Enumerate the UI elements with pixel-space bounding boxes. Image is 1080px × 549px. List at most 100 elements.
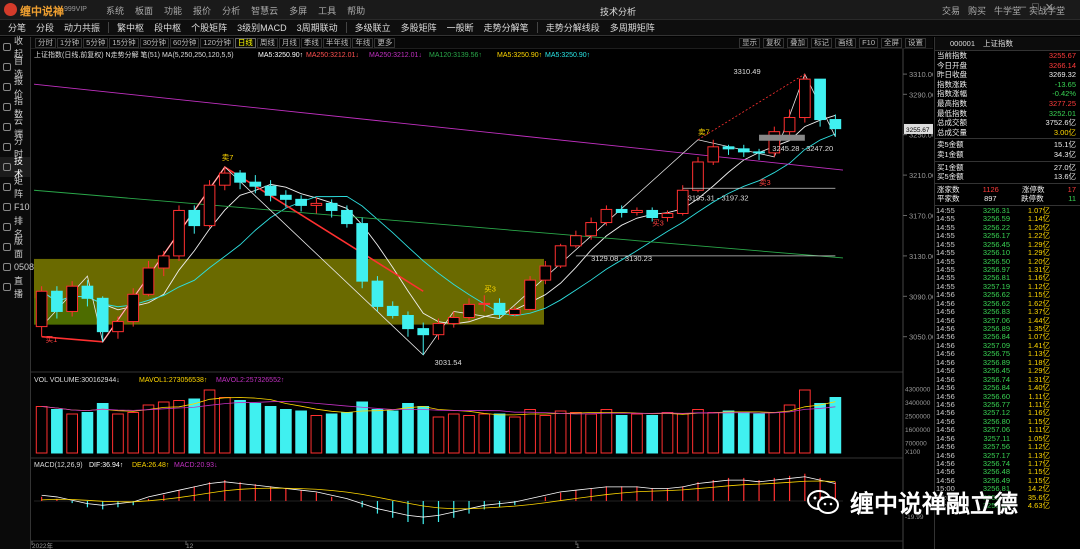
candle-body (554, 245, 567, 267)
quote-label: 指数涨跌 (937, 79, 967, 89)
volume-bar (737, 412, 750, 454)
nav-item[interactable]: 个股矩阵 (186, 20, 232, 36)
date-axis-label: 2022年 (32, 541, 53, 549)
nav-item[interactable]: 3周期联动 (292, 20, 343, 36)
chart-tool-button[interactable]: 显示 (739, 38, 761, 48)
sidebar-icon (3, 243, 11, 251)
volume-bar (142, 404, 155, 454)
watermark-text: 缠中说禅融立德 (850, 491, 1018, 518)
chart-area[interactable]: 3310.003290.003250.003210.003170.003130.… (31, 49, 933, 549)
timeframe-tab[interactable]: 15分钟 (109, 37, 139, 48)
volume-bar (722, 410, 735, 454)
main-legend-title: 上证指数(日线,前复权) N走势分解 笔(51) MA(5,250,250,12… (34, 50, 234, 59)
timeframe-tab[interactable]: 季线 (300, 37, 322, 48)
nav-item[interactable]: 走势分解笔 (479, 20, 534, 36)
nav-item[interactable]: 多周期矩阵 (605, 20, 660, 36)
range-box (759, 134, 805, 141)
price-axis-label: 3090.00 (909, 292, 933, 301)
nav-item[interactable]: 动力共振 (59, 20, 105, 36)
timeframe-tab[interactable]: 半年线 (322, 37, 352, 48)
volume-bar (35, 406, 48, 454)
chart-tool-button[interactable]: 画线 (835, 38, 857, 48)
nav-separator (108, 22, 110, 33)
candle-body (493, 302, 506, 315)
price-axis-label: 3130.00 (909, 252, 933, 261)
volume-bar (157, 401, 170, 454)
menu-item[interactable]: 报价 (193, 4, 211, 17)
timeframe-tab[interactable]: 周线 (256, 37, 278, 48)
candle-body (264, 185, 277, 196)
chart-tool-button[interactable]: 全屏 (881, 38, 902, 48)
account-link[interactable]: 牛学堂 (994, 4, 1021, 17)
candle-body (646, 209, 659, 219)
annotation-range2: 3195.31 - 3197.32 (688, 193, 749, 202)
menu-item[interactable]: 帮助 (347, 4, 365, 17)
volume-bar (508, 416, 521, 454)
timeframe-tab[interactable]: 更多 (374, 37, 396, 48)
quote-value: 27.0亿 (1053, 162, 1076, 172)
nav-item[interactable]: 一般断 (442, 20, 479, 36)
annotation-low: 3031.54 (435, 358, 462, 367)
timeframe-tab[interactable]: 120分钟 (200, 37, 234, 48)
sell-signal-label: 卖7 (222, 153, 234, 162)
menu-item[interactable]: 工具 (318, 4, 336, 17)
minimize-icon[interactable]: – (1020, 1, 1026, 14)
nav-item[interactable]: 段中枢 (149, 20, 186, 36)
menu-item[interactable]: 多屏 (289, 4, 307, 17)
timeframe-tab[interactable]: 1分钟 (57, 37, 83, 48)
timeframe-tab[interactable]: 年线 (352, 37, 374, 48)
candle-body (310, 202, 323, 206)
chart-tool-button[interactable]: 叠加 (787, 38, 809, 48)
candle-body (112, 321, 124, 333)
timeframe-tab[interactable]: 30分钟 (139, 37, 170, 48)
menu-item[interactable]: 板面 (135, 4, 153, 17)
candle-body (676, 189, 689, 214)
nav-item[interactable]: 3级别MACD (232, 20, 292, 36)
sidebar-icon (3, 223, 11, 231)
quote-label: 总成交量 (937, 127, 967, 137)
nav-item[interactable]: 分段 (31, 20, 59, 36)
volume-bar (798, 389, 811, 454)
timeframe-tab[interactable]: 分时 (35, 37, 56, 48)
volume-bar (554, 410, 567, 454)
kline-chart[interactable]: 3310.003290.003250.003210.003170.003130.… (31, 49, 933, 549)
maximize-icon[interactable]: □ (1032, 1, 1039, 14)
quote-row: 当前指数 3255.67 (935, 51, 1080, 61)
timeframe-tab[interactable]: 60分钟 (170, 37, 200, 48)
account-link[interactable]: 交易 (942, 4, 960, 17)
account-link[interactable]: 购买 (968, 4, 986, 17)
sidebar-item[interactable]: 版面 (0, 236, 30, 259)
candle-body (737, 148, 750, 153)
tick-list[interactable]: 14:55 3256.31 1.07亿 14:55 3256.59 1.14亿 14:55 3… (935, 206, 1080, 511)
quote-label: 卖1金额 (937, 149, 964, 159)
chart-tool-button[interactable]: 标记 (811, 38, 833, 48)
mavol1-legend: MAVOL1:273056538↑ (139, 377, 207, 384)
menu-item[interactable]: 系统 (106, 4, 124, 17)
menu-item[interactable]: 分析 (222, 4, 240, 17)
timeframe-tab[interactable]: 5分钟 (83, 37, 109, 48)
current-price-label: 3255.67 (906, 127, 930, 134)
quote-value: -0.42% (1052, 89, 1076, 99)
sidebar-item[interactable]: 矩阵 (0, 176, 30, 199)
chart-tool-button[interactable]: F10 (859, 38, 878, 48)
quote-row: 卖5金额 15.1亿 (935, 140, 1080, 150)
chart-toolbar: 分时 1分钟 5分钟 15分钟 30分钟 60分钟 120分钟 日线 周线 月线 季线 半年线 年线 更多… (31, 37, 933, 49)
timeframe-tab[interactable]: 月线 (278, 37, 300, 48)
macd-legend-macd: MACD:20.93↓ (174, 462, 218, 469)
nav-item[interactable]: 多级联立 (350, 20, 396, 36)
volume-bar (402, 403, 414, 454)
close-icon[interactable]: ✕ (1045, 1, 1054, 14)
sidebar-item-label: 矩阵 (14, 176, 24, 199)
menu-item[interactable]: 智慧云 (251, 4, 278, 17)
volume-axis-label: 4300000 (905, 387, 931, 394)
menu-bar: 系统 板面 功能 报价 分析 智慧云 多屏 工具 帮助 (106, 4, 365, 17)
menu-item[interactable]: 功能 (164, 4, 182, 17)
chart-tool-button[interactable]: 设置 (905, 38, 926, 48)
candle-body (173, 209, 185, 257)
timeframe-tab[interactable]: 日线 (234, 37, 256, 48)
sidebar-item[interactable]: 直播 (0, 276, 30, 299)
nav-item[interactable]: 繁中枢 (112, 20, 149, 36)
nav-item[interactable]: 走势分解线段 (541, 20, 605, 36)
chart-tool-button[interactable]: 复权 (763, 38, 785, 48)
nav-item[interactable]: 多股矩阵 (396, 20, 442, 36)
